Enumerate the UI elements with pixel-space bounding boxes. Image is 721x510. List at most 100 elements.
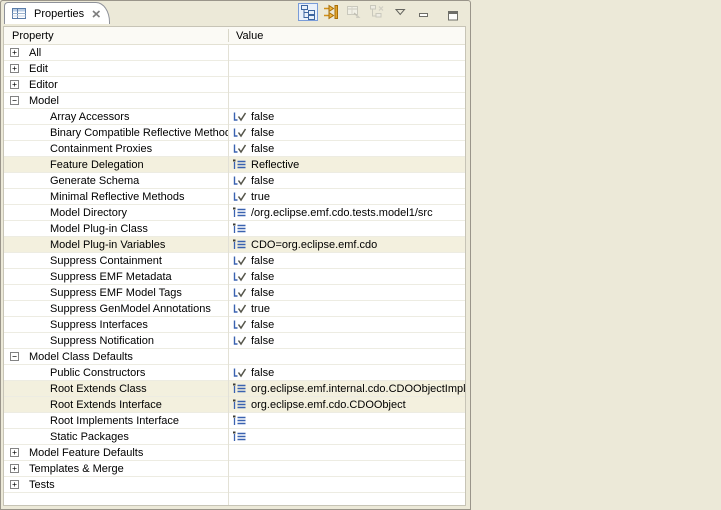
value-cell[interactable]: org.eclipse.emf.cdo.CDOObject bbox=[228, 398, 465, 411]
value-text: org.eclipse.emf.cdo.CDOObject bbox=[251, 399, 406, 411]
property-category-row[interactable]: +Model Feature Defaults bbox=[4, 445, 465, 461]
property-row[interactable]: Suppress Notification false bbox=[4, 333, 465, 349]
property-row[interactable]: Generate Schemafalse bbox=[4, 173, 465, 189]
property-cell: +Editor bbox=[4, 79, 228, 91]
expand-toggle[interactable]: + bbox=[10, 80, 19, 89]
expand-toggle[interactable]: + bbox=[10, 464, 19, 473]
table-body: + All +Edit +Editor −ModelArray Accessorsfal… bbox=[4, 45, 465, 505]
property-row[interactable]: Root Extends Interfaceorg.eclipse.emf.cd… bbox=[4, 397, 465, 413]
boolean-value-icon bbox=[232, 302, 248, 315]
value-cell[interactable]: false bbox=[228, 318, 465, 331]
property-cell: Minimal Reflective Methods bbox=[4, 191, 228, 203]
property-row[interactable]: Binary Compatible Reflective Methodsfals… bbox=[4, 125, 465, 141]
expand-toggle[interactable]: + bbox=[10, 448, 19, 457]
property-category-row[interactable]: −Model Class Defaults bbox=[4, 349, 465, 365]
property-cell: Binary Compatible Reflective Methods bbox=[4, 127, 228, 139]
tab-properties[interactable]: Properties bbox=[4, 2, 110, 24]
property-row[interactable]: Array Accessorsfalse bbox=[4, 109, 465, 125]
value-cell[interactable]: false bbox=[228, 366, 465, 379]
value-cell[interactable]: Reflective bbox=[228, 158, 465, 171]
view-menu-button[interactable] bbox=[390, 3, 410, 21]
value-text: CDO=org.eclipse.emf.cdo bbox=[251, 239, 377, 251]
value-cell[interactable]: false bbox=[228, 254, 465, 267]
value-cell[interactable] bbox=[228, 414, 465, 427]
property-row[interactable]: Model Directory/org.eclipse.emf.cdo.test… bbox=[4, 205, 465, 221]
property-label: Root Extends Class bbox=[50, 383, 147, 395]
column-divider[interactable] bbox=[228, 45, 229, 505]
value-cell[interactable]: false bbox=[228, 142, 465, 155]
value-cell[interactable]: /org.eclipse.emf.cdo.tests.model1/src bbox=[228, 206, 465, 219]
property-row[interactable]: Minimal Reflective Methods true bbox=[4, 189, 465, 205]
expand-toggle[interactable]: + bbox=[10, 480, 19, 489]
text-value-icon bbox=[232, 238, 248, 251]
property-cell: Suppress EMF Model Tags bbox=[4, 287, 228, 299]
property-category-row[interactable]: +Tests bbox=[4, 477, 465, 493]
value-cell[interactable]: false bbox=[228, 270, 465, 283]
value-cell[interactable]: false bbox=[228, 334, 465, 347]
value-text: false bbox=[251, 143, 274, 155]
value-cell[interactable] bbox=[228, 222, 465, 235]
properties-tab-bar: Properties bbox=[1, 1, 470, 24]
property-row[interactable]: Containment Proxies false bbox=[4, 141, 465, 157]
property-row[interactable]: Suppress Containmentfalse bbox=[4, 253, 465, 269]
property-cell: + All bbox=[4, 47, 228, 59]
value-cell[interactable]: CDO=org.eclipse.emf.cdo bbox=[228, 238, 465, 251]
restore-default-button[interactable] bbox=[344, 3, 364, 21]
property-row[interactable]: Suppress GenModel Annotationstrue bbox=[4, 301, 465, 317]
property-row[interactable]: Model Plug-in Class bbox=[4, 221, 465, 237]
text-value-icon bbox=[232, 158, 248, 171]
column-header-property[interactable]: Property bbox=[4, 30, 228, 42]
property-label: All bbox=[29, 47, 41, 59]
property-label: Suppress Notification bbox=[50, 335, 154, 347]
value-text: false bbox=[251, 255, 274, 267]
collapse-toggle[interactable]: − bbox=[10, 352, 19, 361]
expand-toggle[interactable]: + bbox=[10, 48, 19, 57]
value-cell[interactable]: org.eclipse.emf.internal.cdo.CDOObjectIm… bbox=[228, 382, 465, 395]
boolean-value-icon bbox=[232, 142, 248, 155]
pin-property-button[interactable] bbox=[367, 3, 387, 21]
close-icon[interactable] bbox=[91, 9, 102, 19]
property-category-row[interactable]: + All bbox=[4, 45, 465, 61]
property-label: Minimal Reflective Methods bbox=[50, 191, 185, 203]
value-cell[interactable]: true bbox=[228, 302, 465, 315]
maximize-button[interactable] bbox=[443, 6, 463, 24]
value-text: Reflective bbox=[251, 159, 299, 171]
property-label: Containment Proxies bbox=[50, 143, 152, 155]
property-label: Binary Compatible Reflective Methods bbox=[50, 127, 228, 139]
property-label: Suppress Interfaces bbox=[50, 319, 148, 331]
boolean-value-icon bbox=[232, 174, 248, 187]
property-cell: Model Plug-in Class bbox=[4, 223, 228, 235]
property-row[interactable]: Root Implements Interface bbox=[4, 413, 465, 429]
property-cell: +Templates & Merge bbox=[4, 463, 228, 475]
tree-mode-button[interactable] bbox=[298, 3, 318, 21]
property-category-row[interactable]: +Editor bbox=[4, 77, 465, 93]
minimize-button[interactable] bbox=[414, 6, 434, 24]
properties-toolbar bbox=[298, 3, 410, 21]
property-row[interactable]: Suppress EMF Model Tagsfalse bbox=[4, 285, 465, 301]
value-cell[interactable]: false bbox=[228, 126, 465, 139]
expand-toggle[interactable]: + bbox=[10, 64, 19, 73]
property-row[interactable]: Root Extends Class org.eclipse.emf.intern… bbox=[4, 381, 465, 397]
property-category-row[interactable]: −Model bbox=[4, 93, 465, 109]
value-cell[interactable]: false bbox=[228, 174, 465, 187]
property-row[interactable]: Suppress EMF Metadatafalse bbox=[4, 269, 465, 285]
collapse-toggle[interactable]: − bbox=[10, 96, 19, 105]
property-row[interactable]: Suppress Interfaces false bbox=[4, 317, 465, 333]
property-row[interactable]: Static Packages bbox=[4, 429, 465, 445]
property-row[interactable]: Public Constructorsfalse bbox=[4, 365, 465, 381]
value-cell[interactable] bbox=[228, 430, 465, 443]
property-cell: Suppress Interfaces bbox=[4, 319, 228, 331]
column-divider[interactable] bbox=[228, 29, 229, 42]
text-value-icon bbox=[232, 382, 248, 395]
column-header-value[interactable]: Value bbox=[228, 30, 263, 42]
advanced-properties-button[interactable] bbox=[321, 3, 341, 21]
value-cell[interactable]: false bbox=[228, 110, 465, 123]
property-category-row[interactable]: +Edit bbox=[4, 61, 465, 77]
value-cell[interactable]: false bbox=[228, 286, 465, 299]
property-cell: Public Constructors bbox=[4, 367, 228, 379]
property-category-row[interactable]: +Templates & Merge bbox=[4, 461, 465, 477]
value-cell[interactable]: true bbox=[228, 190, 465, 203]
property-row[interactable]: Feature DelegationReflective bbox=[4, 157, 465, 173]
property-row[interactable]: Model Plug-in VariablesCDO=org.eclipse.e… bbox=[4, 237, 465, 253]
boolean-value-icon bbox=[232, 318, 248, 331]
